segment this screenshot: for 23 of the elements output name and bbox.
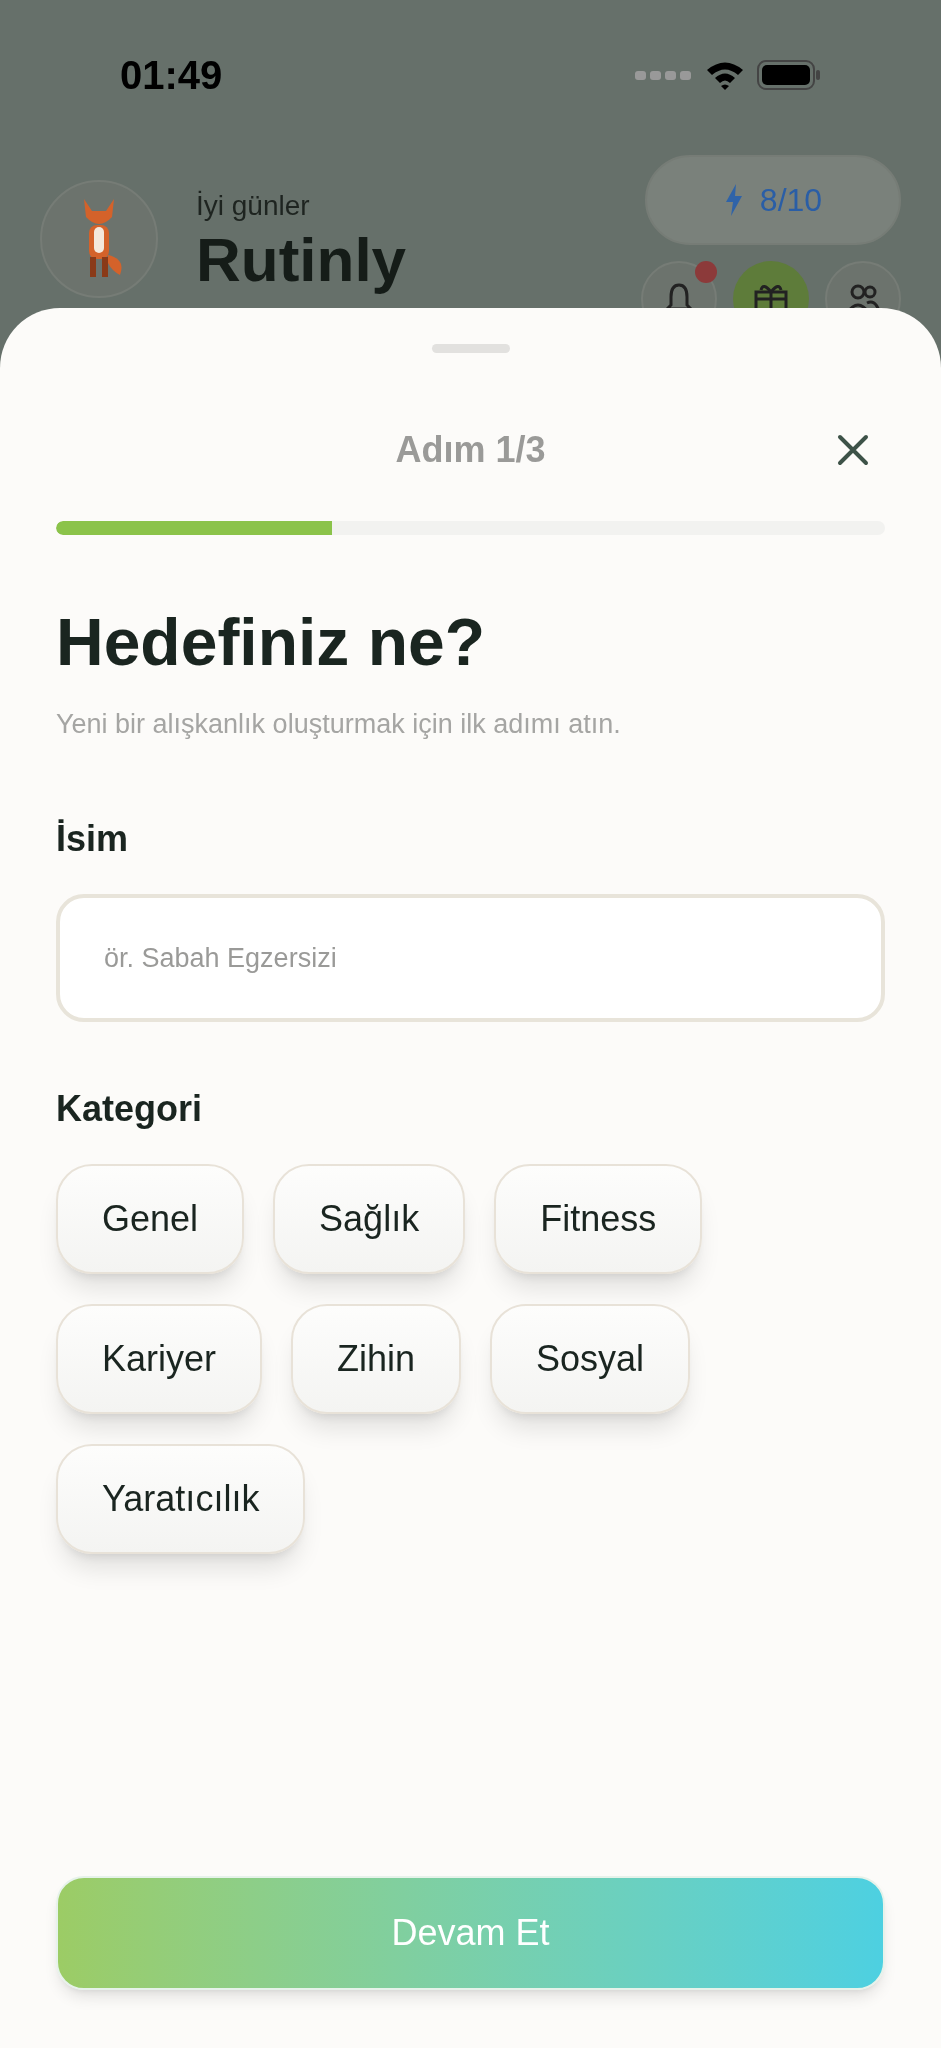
- category-chip[interactable]: Yaratıcılık: [56, 1444, 306, 1554]
- wifi-icon: [705, 60, 745, 90]
- field-label: İsim: [56, 817, 130, 861]
- category-chip[interactable]: Fitness: [494, 1164, 703, 1274]
- status-time: 01:49: [120, 52, 223, 99]
- signal-icon: [635, 69, 693, 81]
- app-name: Rutinly: [196, 227, 407, 293]
- close-icon: [837, 434, 869, 466]
- category-chip[interactable]: Genel: [56, 1164, 245, 1274]
- energy-count: 8/10: [759, 181, 823, 220]
- category-chip[interactable]: Sosyal: [490, 1304, 691, 1414]
- name-input-field[interactable]: ör. Sabah Egzersizi: [56, 894, 885, 1022]
- field-label: Kategori: [56, 1087, 204, 1131]
- heading: Hedefiniz ne?: [56, 604, 487, 681]
- lightning-icon: [723, 184, 744, 216]
- battery-icon: [757, 59, 821, 91]
- category-chip[interactable]: Sağlık: [273, 1164, 466, 1274]
- category-chip[interactable]: Kariyer: [56, 1304, 263, 1414]
- greeting: İyi günler: [196, 189, 311, 224]
- subtitle: Yeni bir alışkanlık oluşturmak için ilk adımı atın.: [56, 707, 622, 741]
- step-label: Adım 1/3: [395, 428, 546, 472]
- drag-handle[interactable]: [431, 344, 510, 353]
- category-chip[interactable]: Zihin: [291, 1304, 462, 1414]
